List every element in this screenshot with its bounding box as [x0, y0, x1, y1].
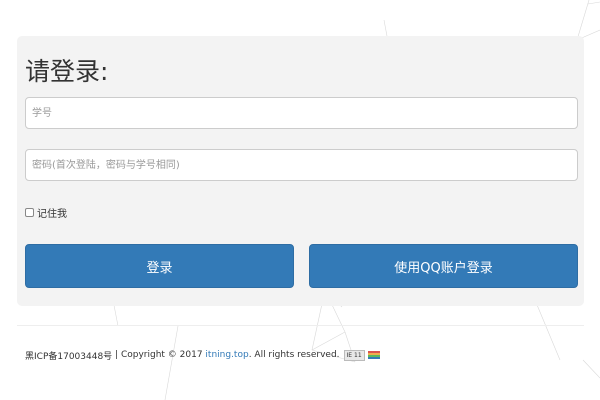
icp-text: 黑ICP备17003448号 — [25, 351, 113, 362]
copyright-prefix: Copyright © 2017 — [120, 350, 206, 360]
copyright-suffix: . All rights reserved. — [248, 350, 340, 360]
remember-me-checkbox[interactable] — [25, 207, 34, 217]
username-input[interactable] — [25, 97, 578, 129]
site-link[interactable]: itning.top — [205, 350, 248, 360]
qq-login-button[interactable]: 使用QQ账户登录 — [309, 244, 578, 288]
login-heading: 请登录: — [25, 57, 109, 86]
remember-me[interactable]: 记住我 — [25, 204, 67, 220]
password-input[interactable] — [25, 149, 578, 181]
login-page: 请登录: 记住我 登录 使用QQ账户登录 黑ICP备17003448号 | Co… — [0, 0, 600, 400]
qq-login-button-label: 使用QQ账户登录 — [394, 260, 493, 276]
ie-badge-icon: IE 11 — [343, 349, 365, 361]
footer: 黑ICP备17003448号 | Copyright © 2017 itning… — [25, 347, 380, 363]
remember-me-label: 记住我 — [37, 208, 67, 220]
flag-badge-icon — [367, 351, 380, 359]
login-button-label: 登录 — [146, 260, 173, 276]
login-button[interactable]: 登录 — [25, 244, 294, 288]
footer-divider — [17, 325, 584, 326]
footer-separator: | — [112, 350, 121, 360]
